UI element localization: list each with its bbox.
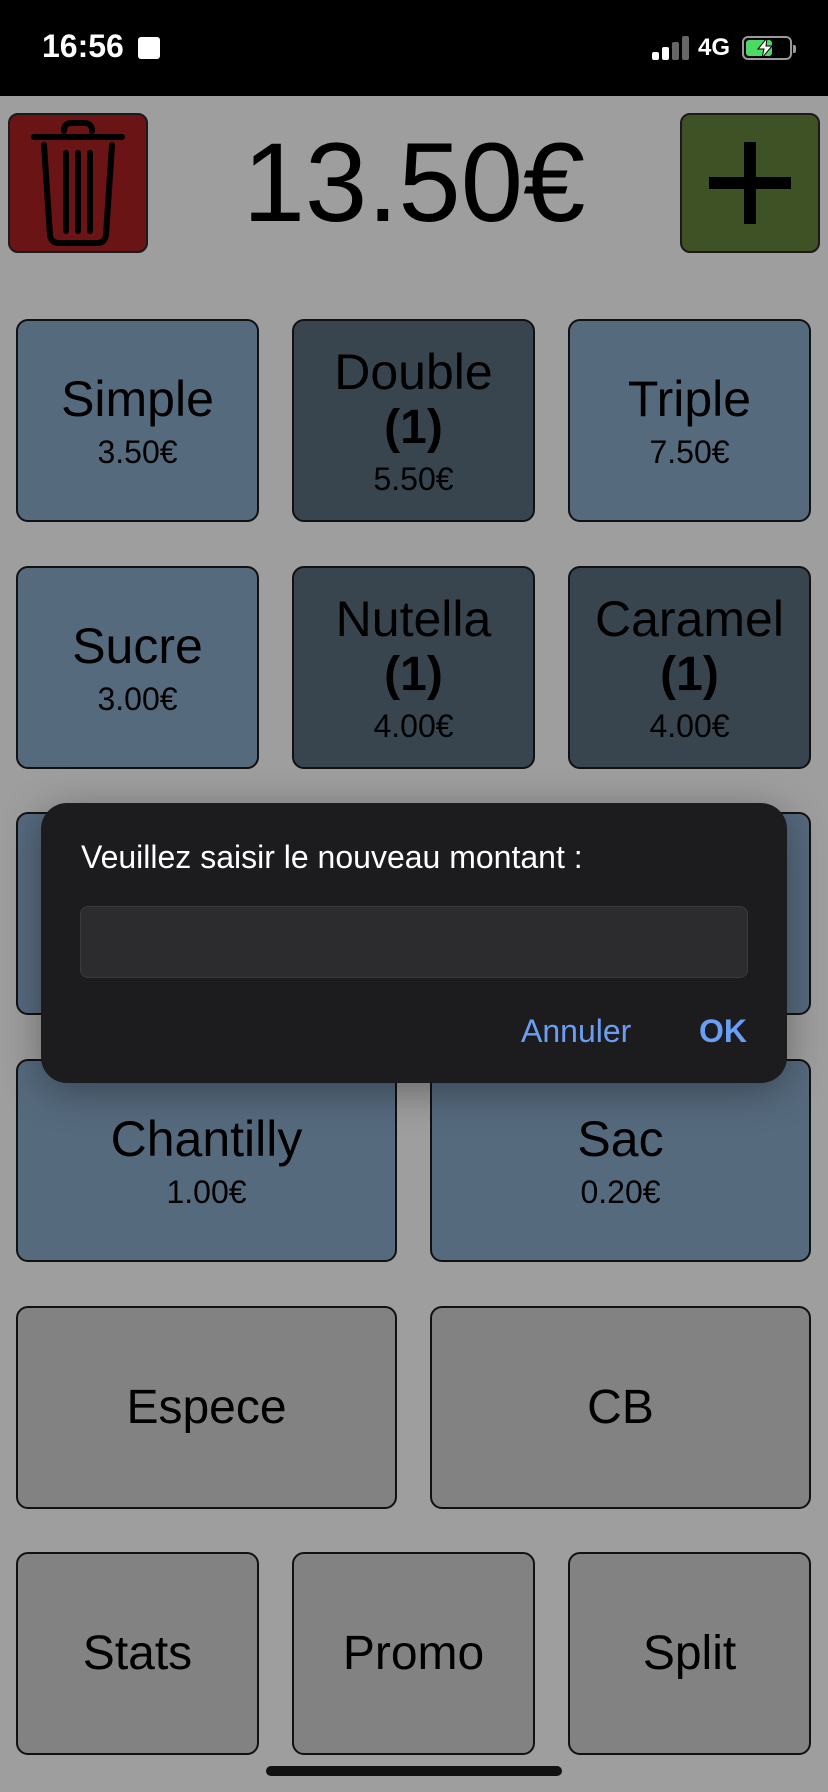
product-count: (1) (660, 647, 719, 701)
trash-icon (31, 120, 125, 246)
product-price: 7.50€ (649, 433, 730, 470)
promo-label: Promo (342, 1626, 485, 1680)
product-tile-caramel[interactable]: Caramel (1) 4.00€ (568, 566, 811, 769)
product-price: 4.00€ (373, 707, 454, 744)
product-tile-simple[interactable]: Simple 3.50€ (16, 319, 259, 522)
product-name: Double (334, 343, 493, 400)
product-count: (1) (384, 647, 443, 701)
product-name: Sucre (72, 617, 203, 674)
order-total: 13.50€ (242, 120, 586, 245)
product-tile-triple[interactable]: Triple 7.50€ (568, 319, 811, 522)
dialog-message: Veuillez saisir le nouveau montant : (81, 839, 583, 875)
network-type: 4G (698, 34, 731, 61)
split-button[interactable]: Split (568, 1552, 811, 1755)
battery-charging-icon (742, 36, 796, 60)
ok-button[interactable]: OK (699, 1013, 747, 1050)
stats-button[interactable]: Stats (16, 1552, 259, 1755)
pay-cash-button[interactable]: Espece (16, 1306, 397, 1509)
screen-recording-icon (138, 37, 160, 59)
product-name: Simple (61, 370, 214, 427)
pay-cash-label: Espece (126, 1380, 287, 1434)
product-tile-nutella[interactable]: Nutella (1) 4.00€ (292, 566, 535, 769)
product-name: Triple (627, 370, 752, 427)
amount-input[interactable] (80, 906, 748, 978)
product-name: Chantilly (110, 1110, 303, 1167)
status-time: 16:56 (42, 28, 124, 64)
product-tile-sucre[interactable]: Sucre 3.00€ (16, 566, 259, 769)
product-tile-double[interactable]: Double (1) 5.50€ (292, 319, 535, 522)
cancel-button[interactable]: Annuler (521, 1013, 631, 1050)
product-price: 5.50€ (373, 460, 454, 497)
home-indicator[interactable] (266, 1766, 562, 1776)
product-price: 3.00€ (97, 680, 178, 717)
amount-dialog: Veuillez saisir le nouveau montant : Ann… (41, 803, 787, 1083)
product-tile-chantilly[interactable]: Chantilly 1.00€ (16, 1059, 397, 1262)
product-price: 3.50€ (97, 433, 178, 470)
split-label: Split (642, 1626, 737, 1680)
product-price: 4.00€ (649, 707, 730, 744)
promo-button[interactable]: Promo (292, 1552, 535, 1755)
clear-order-button[interactable] (8, 113, 148, 253)
stats-label: Stats (82, 1626, 193, 1680)
product-tile-sac[interactable]: Sac 0.20€ (430, 1059, 811, 1262)
pay-card-button[interactable]: CB (430, 1306, 811, 1509)
product-price: 1.00€ (166, 1173, 247, 1210)
pay-card-label: CB (587, 1380, 654, 1434)
add-button[interactable] (680, 113, 820, 253)
product-count: (1) (384, 400, 443, 454)
product-price: 0.20€ (580, 1173, 661, 1210)
plus-icon (709, 142, 791, 224)
product-name: Caramel (595, 590, 784, 647)
product-name: Sac (577, 1110, 664, 1167)
product-name: Nutella (335, 590, 492, 647)
status-bar: 16:56 4G (0, 0, 828, 96)
signal-icon (652, 36, 690, 60)
